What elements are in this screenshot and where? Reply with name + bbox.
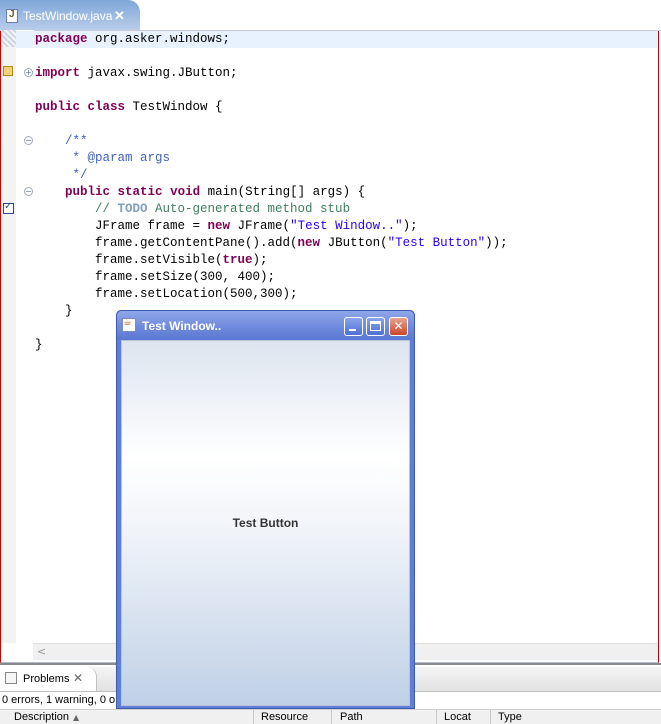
problems-icon: [5, 672, 17, 684]
code-line[interactable]: frame.setVisible(true);: [35, 252, 268, 269]
code-line[interactable]: public static void main(String[] args) {: [35, 184, 365, 201]
eclipse-ide: TestWindow.java ✕ + − − package org.aske…: [0, 0, 661, 724]
code-token: JFrame(: [230, 219, 291, 233]
code-token: TODO: [117, 202, 148, 216]
close-icon[interactable]: ✕: [114, 8, 125, 24]
code-token: TestWindow {: [125, 100, 223, 114]
problems-summary: 0 errors, 1 warning, 0 o: [2, 694, 116, 706]
swing-window[interactable]: Test Window.. ✕ Test Button: [116, 310, 415, 709]
test-button[interactable]: Test Button: [122, 341, 409, 705]
editor-tab-testwindow[interactable]: TestWindow.java ✕: [0, 0, 140, 30]
code-token: import: [35, 66, 81, 80]
scroll-left-icon[interactable]: <: [37, 645, 46, 658]
code-token: "Test Button": [387, 236, 486, 250]
code-token: frame.setVisible(: [35, 253, 223, 267]
problems-table-header: Description ▲ Resource Path Locat Type: [0, 709, 661, 724]
code-token: new: [207, 219, 231, 233]
code-token: JButton(: [320, 236, 388, 250]
column-separator[interactable]: [331, 710, 332, 724]
code-line[interactable]: frame.setLocation(500,300);: [35, 286, 298, 303]
tab-problems-label: Problems: [23, 673, 70, 685]
code-token: package: [35, 32, 88, 46]
current-line-marker: [1, 30, 16, 47]
code-token: true: [222, 253, 253, 267]
code-token: * @param args: [35, 151, 171, 165]
swing-title-bar[interactable]: Test Window.. ✕: [117, 311, 414, 340]
code-line[interactable]: * @param args: [35, 150, 171, 167]
code-token: "Test Window..": [290, 219, 403, 233]
column-header-description[interactable]: Description ▲: [14, 711, 79, 723]
code-token: }: [35, 304, 73, 318]
code-token: Auto-generated method stub: [147, 202, 351, 216]
code-token: class: [87, 100, 126, 114]
column-header-location[interactable]: Locat: [444, 711, 471, 723]
column-separator[interactable]: [253, 710, 254, 724]
code-token: //: [35, 202, 118, 216]
code-token: main(String[] args) {: [200, 185, 366, 199]
collapse-fold-icon[interactable]: −: [24, 187, 33, 196]
code-token: }: [35, 338, 43, 352]
swing-content-pane: Test Button: [121, 340, 410, 706]
swing-window-title: Test Window..: [142, 319, 222, 333]
code-token: new: [297, 236, 321, 250]
code-token: frame.setSize(300, 400);: [35, 270, 276, 284]
code-token: public: [65, 185, 111, 199]
code-token: );: [402, 219, 418, 233]
code-token: /**: [35, 134, 88, 148]
tab-problems[interactable]: Problems ✕: [0, 667, 97, 691]
code-line[interactable]: // TODO Auto-generated method stub: [35, 201, 350, 218]
code-token: ));: [485, 236, 508, 250]
code-line[interactable]: }: [35, 337, 43, 354]
minimize-button[interactable]: [344, 317, 363, 336]
code-line[interactable]: /**: [35, 133, 88, 150]
java-file-icon: [6, 9, 18, 23]
code-token: public: [35, 100, 81, 114]
java-cup-icon[interactable]: [122, 317, 136, 332]
code-token: JFrame frame =: [35, 219, 208, 233]
column-header-resource[interactable]: Resource: [261, 711, 308, 723]
warning-marker-icon[interactable]: [3, 66, 13, 76]
code-token: org.asker.windows;: [87, 32, 231, 46]
editor-tab-bar: TestWindow.java ✕: [0, 0, 661, 31]
folding-column: [16, 30, 34, 643]
code-token: frame.getContentPane().add(: [35, 236, 298, 250]
code-line[interactable]: */: [35, 167, 88, 184]
code-line[interactable]: package org.asker.windows;: [35, 31, 230, 48]
close-icon: ✕: [393, 319, 404, 333]
close-button[interactable]: ✕: [389, 317, 408, 336]
code-line[interactable]: import javax.swing.JButton;: [35, 65, 238, 82]
column-header-type[interactable]: Type: [498, 711, 522, 723]
code-token: frame.setLocation(500,300);: [35, 287, 298, 301]
code-line[interactable]: frame.setSize(300, 400);: [35, 269, 275, 286]
code-token: javax.swing.JButton;: [80, 66, 238, 80]
maximize-button[interactable]: [366, 317, 385, 336]
task-marker-icon[interactable]: [3, 201, 14, 214]
code-token: );: [252, 253, 268, 267]
maximize-icon: [370, 321, 381, 331]
expand-fold-icon[interactable]: +: [24, 68, 33, 77]
column-header-path[interactable]: Path: [340, 711, 363, 723]
minimize-icon: [349, 329, 356, 331]
sort-ascending-icon: ▲: [73, 713, 80, 722]
column-separator[interactable]: [490, 710, 491, 724]
overview-ruler: [1, 30, 17, 643]
editor-tab-label: TestWindow.java: [23, 9, 113, 23]
close-icon[interactable]: ✕: [73, 671, 83, 685]
column-separator[interactable]: [436, 710, 437, 724]
code-token: void: [170, 185, 201, 199]
collapse-fold-icon[interactable]: −: [24, 136, 33, 145]
code-line[interactable]: JFrame frame = new JFrame("Test Window..…: [35, 218, 418, 235]
code-line[interactable]: public class TestWindow {: [35, 99, 223, 116]
code-line[interactable]: }: [35, 303, 73, 320]
code-token: static: [117, 185, 163, 199]
code-token: */: [35, 168, 88, 182]
code-line[interactable]: frame.getContentPane().add(new JButton("…: [35, 235, 508, 252]
